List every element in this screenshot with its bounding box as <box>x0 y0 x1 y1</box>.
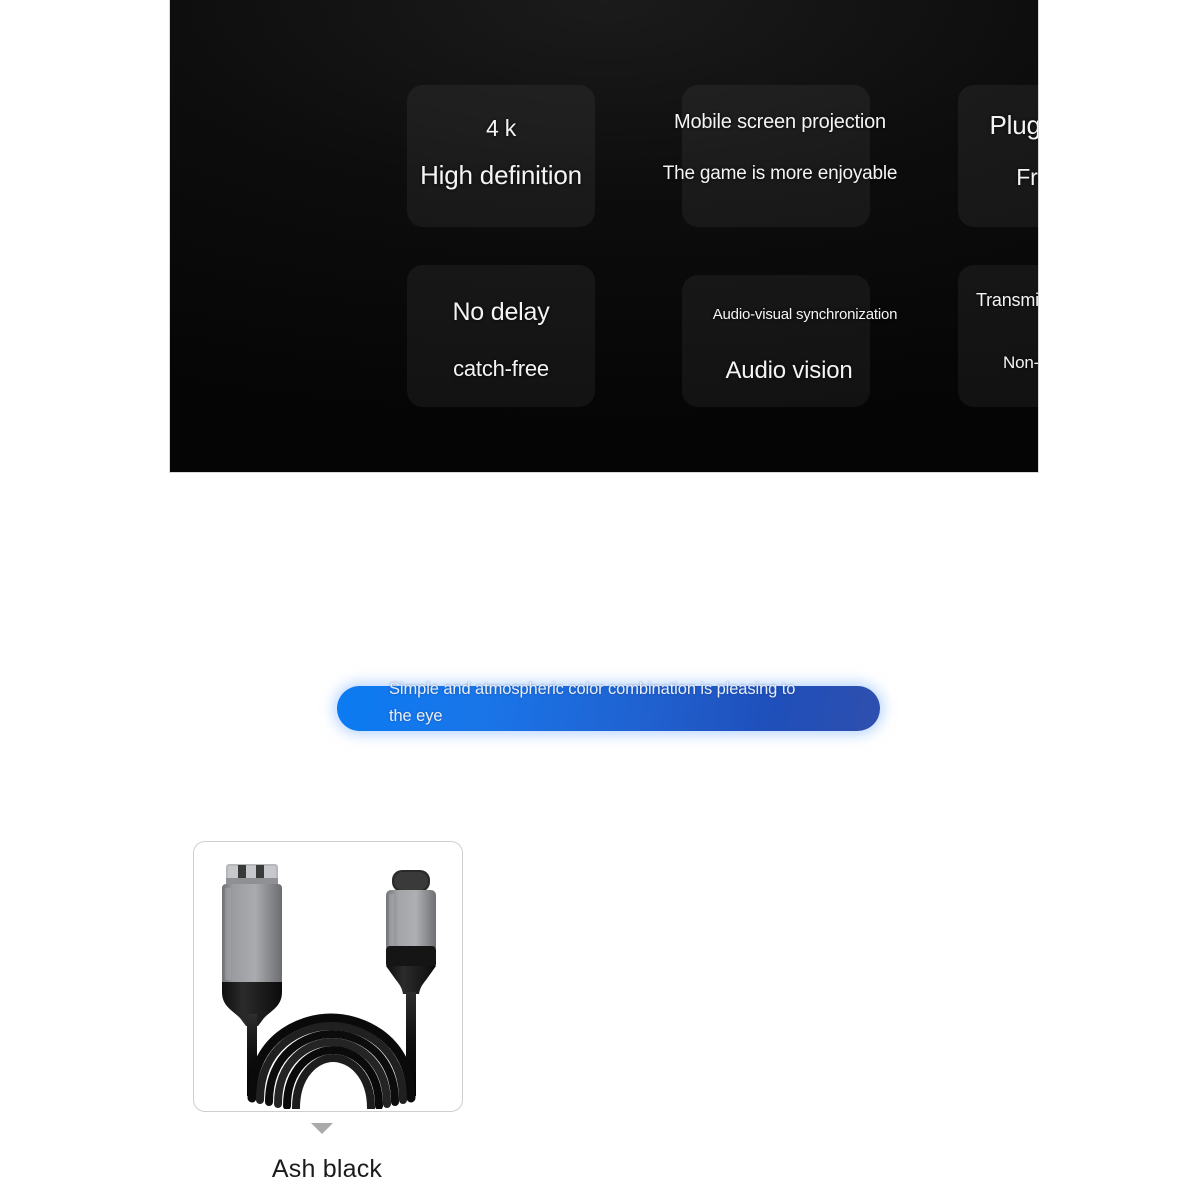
usb-c-strain-relief <box>386 966 436 994</box>
feature-card-1 <box>407 85 595 227</box>
feature-card-6 <box>958 265 1038 407</box>
feature-grid: 4 k High definition Mobile screen projec… <box>170 0 1038 472</box>
feature-4-title: No delay <box>452 298 550 326</box>
feature-5-title: Audio-visual synchronization <box>712 306 898 323</box>
feature-3-title: Plug and play <box>989 110 1038 140</box>
feature-2-subtitle: The game is more enjoyable <box>662 163 898 184</box>
feature-6-title: Transmission stability <box>976 290 1038 310</box>
feature-2-title: Mobile screen projection <box>674 111 886 133</box>
feature-4-subtitle: catch-free <box>453 356 549 381</box>
feature-card-4 <box>407 265 595 407</box>
feature-card-3 <box>958 85 1038 227</box>
feature-card-5 <box>682 275 870 407</box>
feature-1-title: 4 k <box>485 115 517 141</box>
tagline-banner: Simple and atmospheric color combination… <box>337 680 880 731</box>
product-image-frame[interactable] <box>193 841 463 1112</box>
feature-panel: 4 k High definition Mobile screen projec… <box>170 0 1038 472</box>
usb-c-connector-head <box>392 870 430 892</box>
hdmi-connector-head <box>226 864 278 886</box>
triangle-down-icon <box>311 1123 333 1134</box>
feature-6-subtitle: Non-flashing screen <box>1003 353 1038 372</box>
feature-card-2 <box>682 85 870 227</box>
tagline-text: Simple and atmospheric color combination… <box>389 680 796 725</box>
feature-5-subtitle: Audio vision <box>725 357 853 384</box>
feature-3-subtitle: Free drive <box>1016 164 1038 190</box>
swatch-label: Ash black <box>271 1155 383 1183</box>
cable-coil <box>247 1013 416 1109</box>
feature-1-subtitle: High definition <box>420 160 582 190</box>
product-cable-image <box>222 864 436 1109</box>
usb-c-collar <box>386 946 436 968</box>
